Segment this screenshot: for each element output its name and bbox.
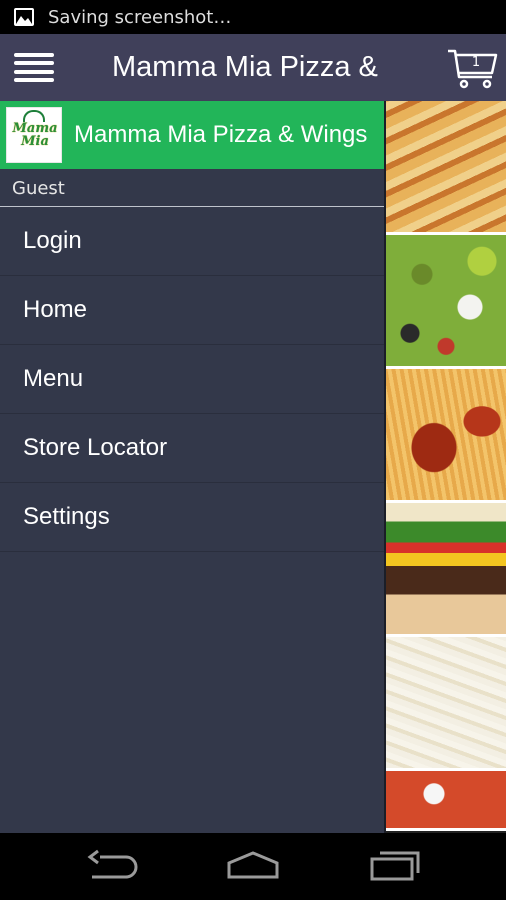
hamburger-menu-icon[interactable]: [14, 52, 54, 83]
user-label: Guest: [0, 169, 384, 207]
drawer-header: Mama Mia Mamma Mia Pizza & Wings: [0, 101, 384, 169]
cart-button[interactable]: 1: [446, 47, 498, 89]
pizza-image[interactable]: [386, 771, 506, 831]
recent-apps-icon[interactable]: [368, 849, 422, 883]
system-navigation-bar: [0, 833, 506, 900]
drawer-item-store-locator[interactable]: Store Locator: [0, 414, 384, 483]
drawer-item-login[interactable]: Login: [0, 207, 384, 276]
home-icon[interactable]: [226, 849, 280, 883]
app-bar: Mamma Mia Pizza & 1: [0, 34, 506, 101]
fettuccine-alfredo-image[interactable]: [386, 637, 506, 771]
status-bar: Saving screenshot…: [0, 0, 506, 34]
drawer-item-menu[interactable]: Menu: [0, 345, 384, 414]
greek-salad-image[interactable]: [386, 235, 506, 369]
back-icon[interactable]: [86, 849, 140, 883]
buffalo-wings-image[interactable]: [386, 369, 506, 503]
drawer-item-settings[interactable]: Settings: [0, 483, 384, 552]
drawer-item-home[interactable]: Home: [0, 276, 384, 345]
cheeseburger-image[interactable]: [386, 503, 506, 637]
drawer-title: Mamma Mia Pizza & Wings: [74, 121, 368, 148]
breadsticks-image[interactable]: [386, 101, 506, 235]
navigation-drawer: Mama Mia Mamma Mia Pizza & Wings Guest L…: [0, 101, 386, 833]
food-image-strip: [386, 101, 506, 833]
logo-text: Mama Mia: [12, 121, 58, 149]
cart-count: 1: [471, 55, 481, 70]
app-title: Mamma Mia Pizza &: [112, 51, 378, 83]
image-icon: [14, 8, 34, 26]
restaurant-logo: Mama Mia: [6, 107, 62, 163]
status-text: Saving screenshot…: [48, 6, 232, 28]
